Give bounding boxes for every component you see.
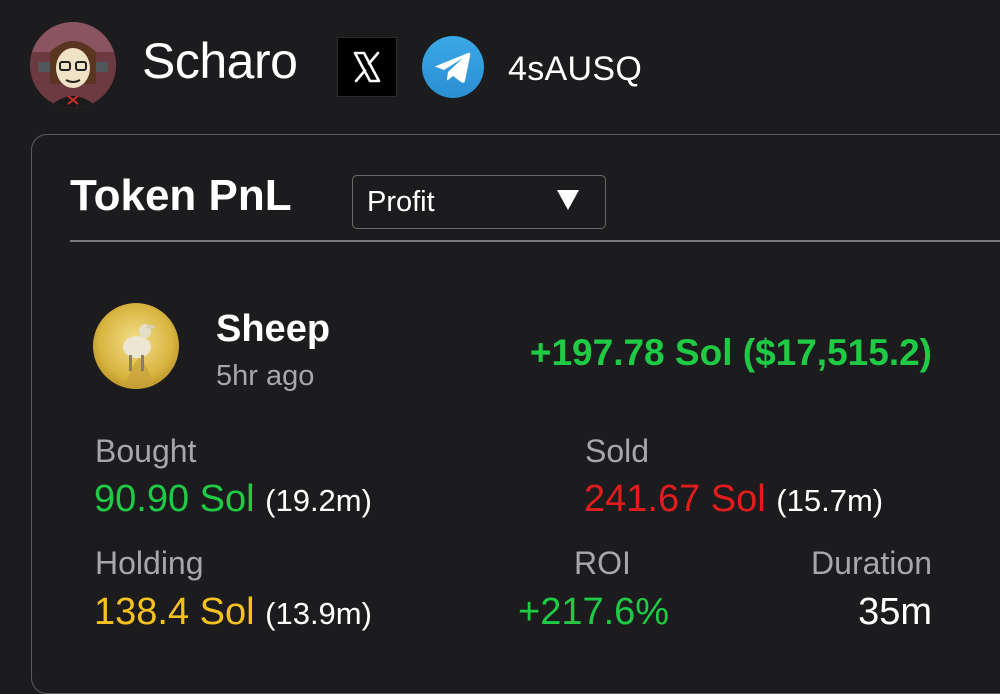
sold-value: 241.67 Sol	[584, 478, 766, 520]
holding-sub: (13.9m)	[265, 596, 372, 631]
username: Scharo	[142, 33, 298, 89]
card-title: Token PnL	[70, 171, 292, 220]
bought-value: 90.90 Sol	[94, 478, 255, 520]
holding-value: 138.4 Sol	[94, 591, 255, 633]
sold-sub: (15.7m)	[776, 483, 884, 518]
holding-stat: 138.4 Sol (13.9m)	[94, 593, 372, 631]
bought-stat: 90.90 Sol (19.2m)	[94, 480, 372, 518]
wallet-address[interactable]: 4sAUSQ	[508, 52, 642, 86]
token-name[interactable]: Sheep	[216, 310, 330, 348]
duration-label: Duration	[811, 545, 932, 581]
roi-label: ROI	[574, 545, 631, 581]
sold-label: Sold	[585, 433, 650, 469]
divider	[70, 240, 1000, 242]
token-pnl-value: +197.78 Sol ($17,515.2)	[529, 332, 932, 373]
x-logo-icon[interactable]	[337, 37, 397, 97]
bought-sub: (19.2m)	[265, 483, 372, 518]
bought-label: Bought	[95, 433, 197, 469]
pnl-filter-select[interactable]: Profit	[352, 175, 606, 229]
sold-stat: 241.67 Sol (15.7m)	[584, 480, 883, 518]
duration-value: 35m	[858, 591, 932, 633]
sheep-token-icon[interactable]	[93, 303, 179, 389]
user-avatar[interactable]	[30, 22, 116, 108]
roi-value: +217.6%	[518, 591, 670, 633]
holding-label: Holding	[95, 545, 204, 581]
dropdown-arrow-icon	[557, 190, 579, 210]
telegram-icon[interactable]	[422, 36, 484, 98]
token-time-ago: 5hr ago	[216, 360, 315, 392]
pnl-filter-value: Profit	[367, 186, 435, 218]
